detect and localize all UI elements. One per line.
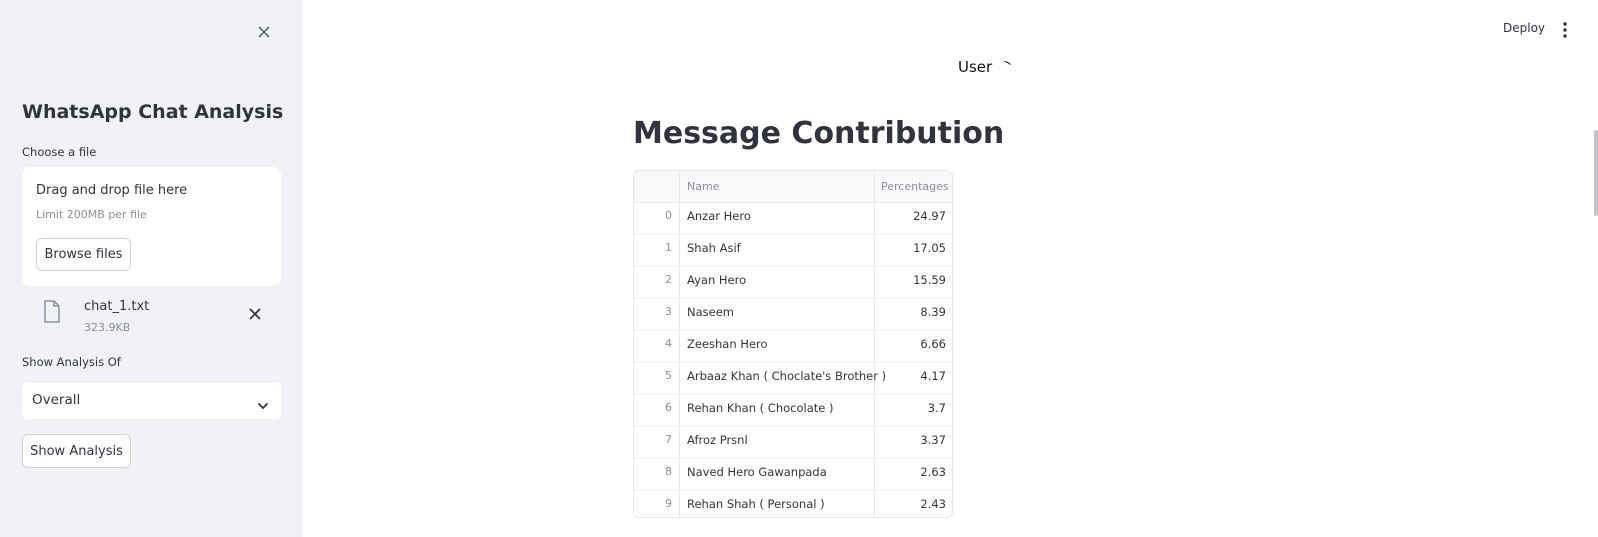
remove-file-icon[interactable] (248, 306, 262, 320)
cell-percentage: 4.17 (920, 369, 946, 383)
table-row[interactable]: 2 Ayan Hero 15.59 (634, 267, 952, 299)
analysis-select[interactable]: Overall (22, 383, 281, 419)
table-header: Name Percentages (634, 171, 952, 203)
cell-percentage: 6.66 (920, 337, 946, 351)
cell-name: Rehan Khan ( Chocolate ) (687, 401, 834, 415)
row-index: 5 (665, 369, 672, 382)
file-name: chat_1.txt (84, 299, 150, 314)
row-index: 1 (665, 241, 672, 254)
choose-file-label: Choose a file (22, 145, 97, 159)
dropzone-limit: Limit 200MB per file (36, 208, 147, 221)
deploy-button[interactable]: Deploy (1503, 21, 1545, 35)
file-dropzone[interactable]: Drag and drop file here Limit 200MB per … (22, 167, 281, 286)
page-scrollbar[interactable] (1594, 130, 1598, 216)
column-header-name[interactable]: Name (687, 180, 719, 193)
cell-name: Ayan Hero (687, 273, 747, 287)
cell-name: Naseem (687, 305, 734, 319)
row-index: 6 (665, 401, 672, 414)
cell-percentage: 3.7 (927, 401, 946, 415)
row-index: 3 (665, 305, 672, 318)
table-row[interactable]: 4 Zeeshan Hero 6.66 (634, 331, 952, 363)
sidebar: WhatsApp Chat Analysis Choose a file Dra… (0, 0, 302, 537)
cell-percentage: 3.37 (920, 433, 946, 447)
row-index: 8 (665, 465, 672, 478)
show-analysis-button[interactable]: Show Analysis (22, 434, 131, 468)
cell-name: Arbaaz Khan ( Choclate's Brother ) (687, 369, 887, 383)
dropzone-title: Drag and drop file here (36, 183, 188, 198)
cell-percentage: 2.63 (920, 465, 946, 479)
file-icon (43, 300, 61, 323)
row-index: 4 (665, 337, 672, 350)
cell-name: Shah Asif (687, 241, 741, 255)
chevron-down-icon (257, 396, 269, 410)
cell-name: Rehan Shah ( Personal ) (687, 497, 825, 511)
main-menu-icon[interactable] (1560, 21, 1570, 39)
cell-name: Naved Hero Gawanpada (687, 465, 827, 479)
cell-name: Afroz Prsnl (687, 433, 748, 447)
table-row[interactable]: 5 Arbaaz Khan ( Choclate's Brother ) 4.1… (634, 363, 952, 395)
cell-percentage: 2.43 (920, 497, 946, 511)
user-label: User (958, 58, 993, 76)
table-row[interactable]: 8 Naved Hero Gawanpada 2.63 (634, 459, 952, 491)
contribution-table[interactable]: Name Percentages 0 Anzar Hero 24.97 1 Sh… (633, 170, 953, 518)
row-index: 0 (665, 209, 672, 222)
page-title: Message Contribution (633, 116, 1005, 151)
cell-percentage: 8.39 (920, 305, 946, 319)
cell-name: Zeeshan Hero (687, 337, 768, 351)
app-title: WhatsApp Chat Analysis (22, 101, 284, 123)
row-index: 9 (665, 497, 672, 510)
cell-name: Anzar Hero (687, 209, 751, 223)
show-analysis-of-label: Show Analysis Of (22, 355, 121, 369)
table-row[interactable]: 6 Rehan Khan ( Chocolate ) 3.7 (634, 395, 952, 427)
close-sidebar-icon[interactable] (256, 24, 272, 40)
table-row[interactable]: 9 Rehan Shah ( Personal ) 2.43 (634, 491, 952, 517)
row-index: 7 (665, 433, 672, 446)
column-header-percentages[interactable]: Percentages (881, 180, 949, 193)
row-index: 2 (665, 273, 672, 286)
tick-mark (1004, 50, 1011, 65)
analysis-select-value: Overall (32, 392, 81, 408)
cell-percentage: 15.59 (913, 273, 946, 287)
table-row[interactable]: 7 Afroz Prsnl 3.37 (634, 427, 952, 459)
file-size: 323.9KB (84, 321, 131, 334)
table-row[interactable]: 1 Shah Asif 17.05 (634, 235, 952, 267)
uploaded-file: chat_1.txt 323.9KB (22, 294, 281, 340)
table-row[interactable]: 0 Anzar Hero 24.97 (634, 203, 952, 235)
browse-files-button[interactable]: Browse files (36, 238, 131, 271)
cell-percentage: 17.05 (913, 241, 946, 255)
cell-percentage: 24.97 (913, 209, 946, 223)
table-row[interactable]: 3 Naseem 8.39 (634, 299, 952, 331)
